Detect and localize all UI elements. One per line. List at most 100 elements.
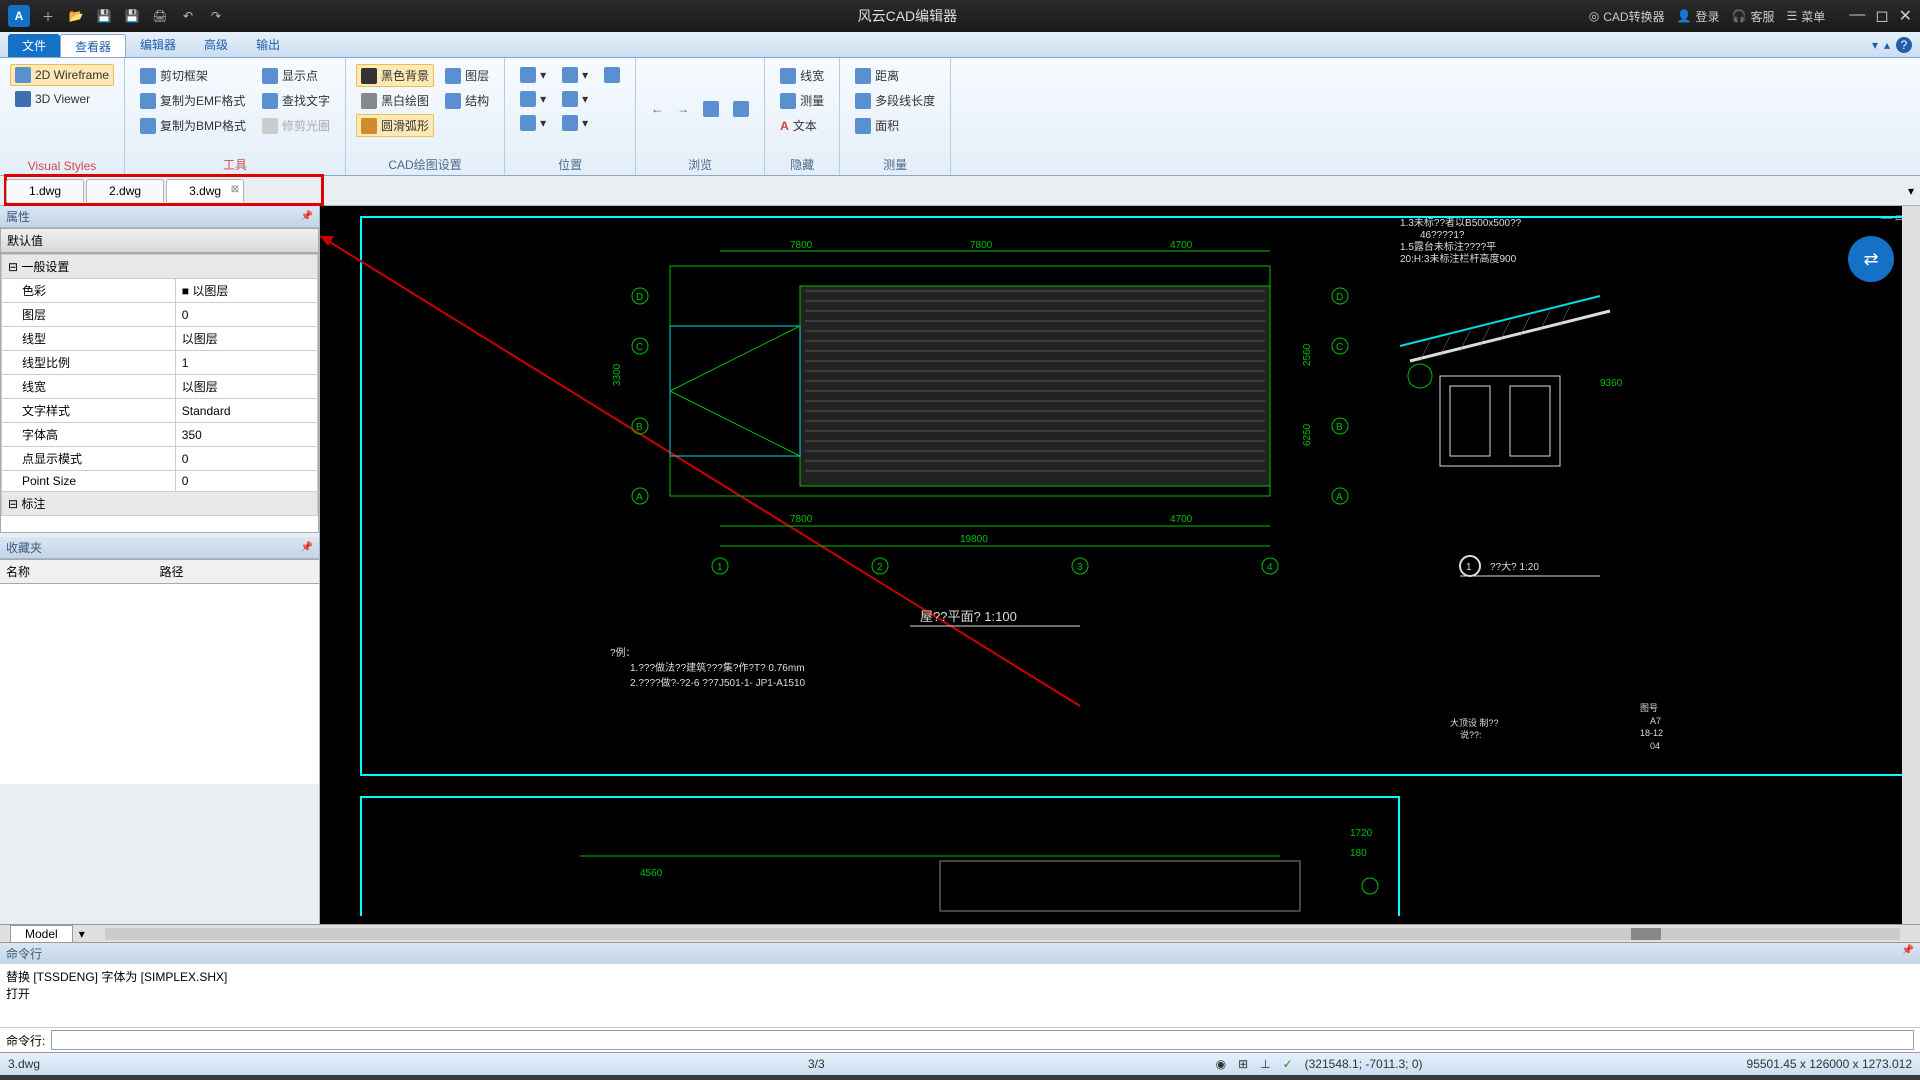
horizontal-scrollbar[interactable]	[105, 928, 1900, 940]
bmp-button[interactable]: 复制为BMP格式	[135, 114, 251, 137]
measure-button[interactable]: 测量	[775, 89, 829, 112]
status-icon-1[interactable]: ◉	[1216, 1057, 1226, 1071]
status-icon-3[interactable]: ⊥	[1260, 1057, 1270, 1071]
zoom2-button[interactable]: ▾	[557, 88, 593, 110]
fwd-button[interactable]: →	[672, 64, 694, 154]
tab-output[interactable]: 输出	[242, 32, 294, 57]
help-icon[interactable]: ?	[1896, 37, 1912, 53]
file-tab-3[interactable]: 3.dwg⊠	[166, 179, 244, 202]
bw-button[interactable]: 黑白绘图	[356, 89, 434, 112]
zoom1-button[interactable]: ▾	[557, 64, 593, 86]
drawing-frame-2	[360, 796, 1400, 916]
new-icon[interactable]: ＋	[38, 6, 58, 26]
polylen-button[interactable]: 多段线长度	[850, 89, 940, 112]
redo-icon[interactable]: ↷	[206, 6, 226, 26]
status-icon-2[interactable]: ⊞	[1238, 1057, 1248, 1071]
vertical-scrollbar[interactable]	[1902, 206, 1920, 924]
property-grid[interactable]: ⊟ 一般设置 色彩■ 以图层 图层0 线型以图层 线型比例1 线宽以图层 文字样…	[0, 253, 319, 533]
minimize-icon[interactable]: —	[1849, 6, 1865, 26]
file-tab-1[interactable]: 1.dwg	[6, 179, 84, 202]
emf-button[interactable]: 复制为EMF格式	[135, 89, 251, 112]
favorites-list[interactable]	[0, 584, 319, 784]
linew-button[interactable]: 线宽	[775, 64, 829, 87]
tab-file[interactable]: 文件	[8, 34, 60, 57]
arc-button[interactable]: 圆滑弧形	[356, 114, 434, 137]
status-dims: 95501.45 x 126000 x 1273.012	[1747, 1057, 1912, 1071]
pan-button[interactable]	[599, 64, 625, 86]
zoom3-icon	[562, 115, 578, 131]
tab-advanced[interactable]: 高级	[190, 32, 242, 57]
file-tab-2[interactable]: 2.dwg	[86, 179, 164, 202]
bw-label: 黑白绘图	[381, 92, 429, 109]
close-tab-icon[interactable]: ⊠	[231, 184, 239, 195]
default-header[interactable]: 默认值	[0, 228, 319, 253]
pos2-button[interactable]: ▾	[515, 88, 551, 110]
struct-button[interactable]: 结构	[440, 89, 494, 112]
expand-icon[interactable]: ▴	[1884, 38, 1890, 52]
clip-label: 剪切框架	[160, 67, 208, 84]
viewer3d-label: 3D Viewer	[35, 92, 90, 106]
print-icon[interactable]: 🖨	[150, 6, 170, 26]
viewer3d-button[interactable]: 3D Viewer	[10, 88, 114, 110]
command-log[interactable]: 替换 [TSSDENG] 字体为 [SIMPLEX.SHX] 打开	[0, 964, 1920, 1027]
wireframe-button[interactable]: 2D Wireframe	[10, 64, 114, 86]
tab-editor[interactable]: 编辑器	[126, 32, 190, 57]
trim-button[interactable]: 修剪光圈	[257, 114, 335, 137]
close-icon[interactable]: ✕	[1899, 6, 1912, 26]
ribbon-group-visualstyles: 2D Wireframe 3D Viewer Visual Styles	[0, 58, 125, 175]
cad-converter-button[interactable]: ◎CAD转换器	[1589, 8, 1665, 25]
model-tab-dropdown-icon[interactable]: ▾	[79, 927, 85, 941]
zoom3-button[interactable]: ▾	[557, 112, 593, 134]
drawing-canvas[interactable]: — ▭ ✕ ⇄ D C B A D C	[320, 206, 1920, 924]
model-tab[interactable]: Model	[10, 925, 73, 943]
arrow-left-icon: ←	[651, 102, 663, 116]
br2-icon	[733, 101, 749, 117]
pin-icon[interactable]: 📌	[301, 542, 313, 553]
left-panel: 属性📌 默认值 ⊟ 一般设置 色彩■ 以图层 图层0 线型以图层 线型比例1 线…	[0, 206, 320, 924]
showpt-icon	[262, 68, 278, 84]
command-input-row: 命令行:	[0, 1027, 1920, 1052]
tab-viewer[interactable]: 查看器	[60, 34, 126, 57]
group-label-position: 位置	[515, 154, 625, 173]
back-button[interactable]: ←	[646, 64, 668, 154]
saveas-icon[interactable]: 💾	[122, 6, 142, 26]
login-button[interactable]: 👤登录	[1677, 8, 1720, 25]
clip-button[interactable]: 剪切框架	[135, 64, 251, 87]
maximize-icon[interactable]: ◻	[1875, 6, 1888, 26]
tabs-dropdown-icon[interactable]: ▾	[1908, 184, 1914, 198]
polylen-icon	[855, 93, 871, 109]
quick-access-toolbar: A ＋ 📂 💾 💾 🖨 ↶ ↷	[8, 5, 226, 27]
properties-panel-header: 属性📌	[0, 206, 319, 228]
pin-icon[interactable]: 📌	[301, 211, 313, 222]
ribbon-group-position: ▾ ▾ ▾ ▾ ▾ ▾ 位置	[505, 58, 636, 175]
pos1-button[interactable]: ▾	[515, 64, 551, 86]
status-coords: (321548.1; -7011.3; 0)	[1305, 1057, 1423, 1071]
pos3-button[interactable]: ▾	[515, 112, 551, 134]
save-icon[interactable]: 💾	[94, 6, 114, 26]
file-tab-2-label: 2.dwg	[109, 184, 141, 198]
pin-icon[interactable]: 📌	[1902, 945, 1914, 962]
undo-icon[interactable]: ↶	[178, 6, 198, 26]
prop-row-linescale: 线型比例1	[2, 351, 318, 375]
layer-button[interactable]: 图层	[440, 64, 494, 87]
br1-button[interactable]	[698, 64, 724, 154]
dropdown-icon[interactable]: ▾	[1872, 38, 1878, 52]
dist-button[interactable]: 距离	[850, 64, 940, 87]
prop-row-ptsize: Point Size0	[2, 471, 318, 492]
findtext-button[interactable]: 查找文字	[257, 89, 335, 112]
command-input[interactable]	[51, 1030, 1914, 1050]
text-button[interactable]: A文本	[775, 114, 829, 137]
pos1-icon	[520, 67, 536, 83]
status-bar: 3.dwg 3/3 ◉ ⊞ ⊥ ✓ (321548.1; -7011.3; 0)…	[0, 1052, 1920, 1075]
login-label: 登录	[1696, 8, 1720, 25]
br2-button[interactable]	[728, 64, 754, 154]
app-title: 风云CAD编辑器	[226, 6, 1589, 26]
open-icon[interactable]: 📂	[66, 6, 86, 26]
service-button[interactable]: 🎧客服	[1732, 8, 1775, 25]
showpt-button[interactable]: 显示点	[257, 64, 335, 87]
menu-button[interactable]: ☰菜单	[1787, 8, 1826, 25]
area-button[interactable]: 面积	[850, 114, 940, 137]
bmp-icon	[140, 118, 156, 134]
blackbg-button[interactable]: 黑色背景	[356, 64, 434, 87]
status-icon-4[interactable]: ✓	[1283, 1057, 1293, 1071]
